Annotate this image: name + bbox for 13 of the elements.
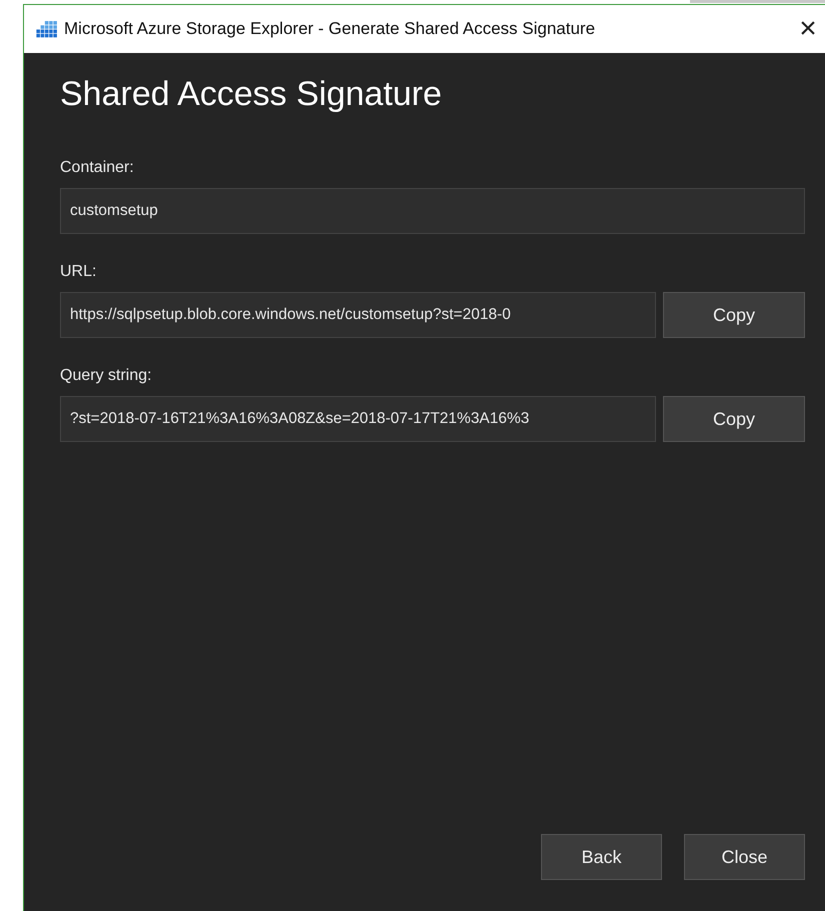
- field-label: Container:: [60, 158, 134, 178]
- dialog-button[interactable]: Close: [684, 834, 805, 880]
- field-label: Query string:: [60, 366, 152, 386]
- text-field[interactable]: https://sqlpsetup.blob.core.windows.net/customsetup?st=2018-0: [60, 292, 656, 338]
- app-icon: [36, 20, 58, 38]
- window-title: Microsoft Azure Storage Explorer - Generate Shared Access Signature: [64, 18, 596, 40]
- text-field[interactable]: customsetup: [60, 188, 805, 234]
- dialog-heading: Shared Access Signature: [60, 77, 442, 111]
- field-label: URL:: [60, 262, 96, 282]
- copy-button[interactable]: Copy: [663, 292, 805, 338]
- copy-button[interactable]: Copy: [663, 396, 805, 442]
- dialog-button[interactable]: Back: [541, 834, 662, 880]
- text-field[interactable]: ?st=2018-07-16T21%3A16%3A08Z&se=2018-07-17T21%3A16%3: [60, 396, 656, 442]
